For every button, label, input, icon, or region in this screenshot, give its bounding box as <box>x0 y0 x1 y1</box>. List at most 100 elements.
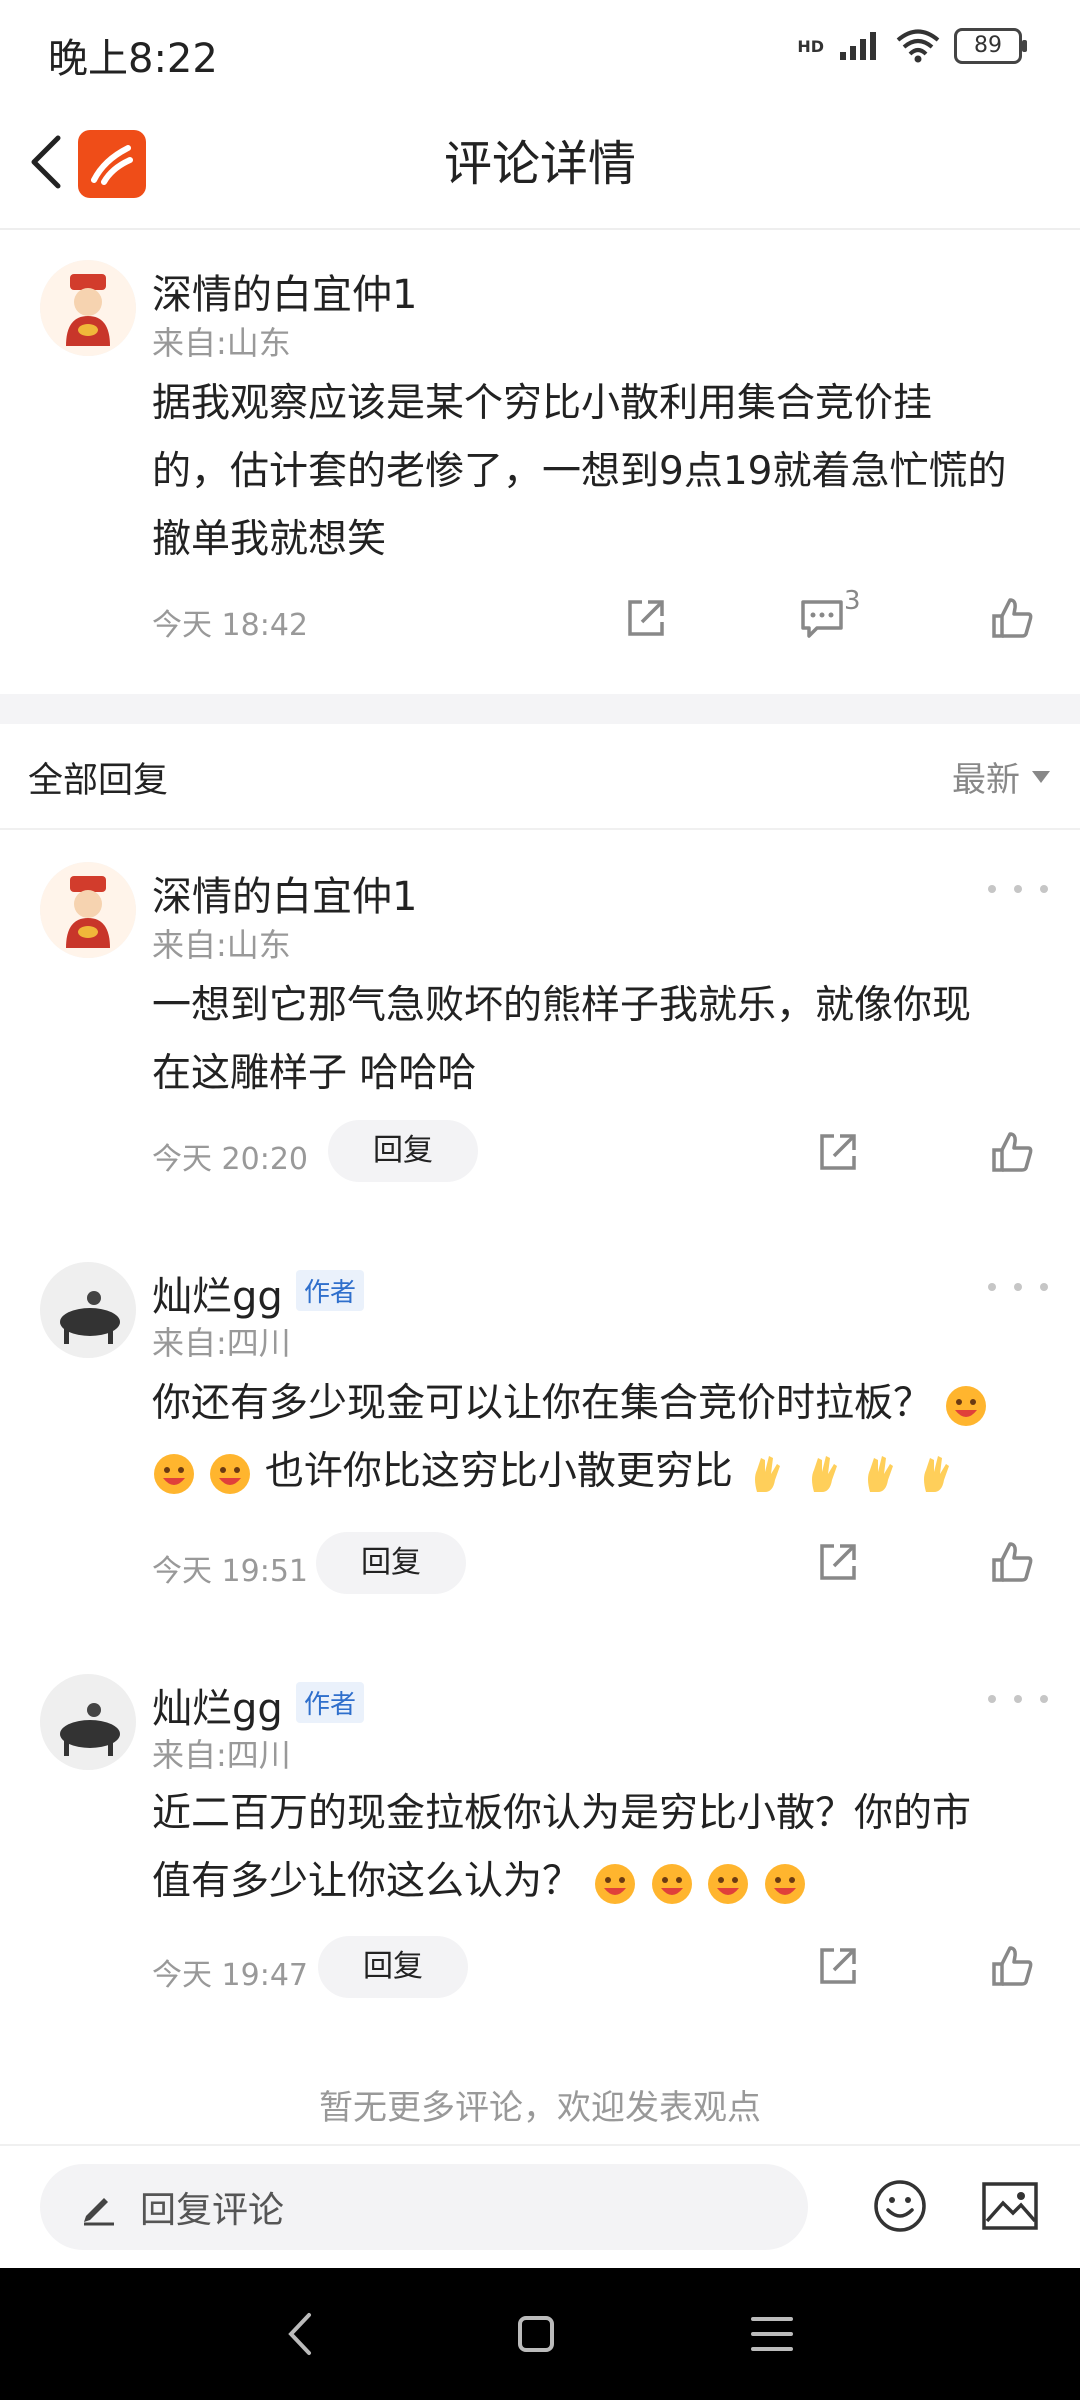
location: 来自:山东 <box>152 926 291 964</box>
avatar-icon <box>40 260 136 356</box>
grinning-emoji-icon <box>708 1863 749 1904</box>
signal-icon <box>840 32 876 60</box>
username[interactable]: 灿烂gg <box>152 1676 283 1734</box>
reply-content: 一想到它那气急败坏的熊样子我就乐，就像你现 在这雕样子 哈哈哈 <box>152 972 1080 1108</box>
emoji-button[interactable] <box>870 2176 930 2236</box>
author-badge-label: 作者 <box>296 1270 365 1311</box>
reply-time: 今天 19:47 <box>152 1958 308 1993</box>
avatar-icon <box>40 862 136 958</box>
grinning-emoji-icon <box>595 1863 636 1904</box>
reply-input[interactable]: 回复评论 <box>40 2164 808 2250</box>
battery-indicator: 89 <box>954 28 1027 64</box>
like-button[interactable] <box>982 1532 1042 1592</box>
reply-text: 也许你比这穷比小散更穷比 <box>264 1449 733 1494</box>
share-button[interactable] <box>616 588 676 648</box>
hand-emoji-icon <box>924 1455 950 1492</box>
like-button[interactable] <box>982 1122 1042 1182</box>
reply-time: 今天 19:51 <box>152 1554 308 1589</box>
hand-emoji-icon <box>755 1455 781 1492</box>
hand-emoji-icon <box>868 1455 894 1492</box>
nav-home-button[interactable] <box>506 2304 566 2364</box>
comment-content: 据我观察应该是某个穷比小散利用集合竞价挂 的，估计套的老惨了，一想到9点19就着… <box>152 370 1080 574</box>
caret-down-icon <box>1032 770 1050 783</box>
reply-time: 今天 20:20 <box>152 1142 308 1177</box>
comment-icon <box>801 600 843 638</box>
pencil-icon <box>84 2198 114 2226</box>
comment-line: 的，估计套的老惨了，一想到9点19就着急忙慌的 <box>152 449 1007 494</box>
reply-count: 3 <box>844 586 861 616</box>
avatar-icon <box>40 1262 136 1358</box>
reply-line: 你还有多少现金可以让你在集合竞价时拉板？ <box>152 1370 1080 1438</box>
comment-button[interactable] <box>792 588 852 648</box>
image-button[interactable] <box>978 2176 1042 2236</box>
reply-line: 近二百万的现金拉板你认为是穷比小散？你的市 <box>152 1791 972 1836</box>
divider <box>0 828 1080 830</box>
more-options-button[interactable] <box>988 1272 1048 1302</box>
reply-text: 值有多少让你这么认为？ <box>152 1859 582 1904</box>
nav-back-button[interactable] <box>270 2304 330 2364</box>
section-divider <box>0 694 1080 724</box>
author-badge: 作者 <box>296 1682 365 1723</box>
location: 来自:山东 <box>152 324 291 362</box>
avatar[interactable] <box>40 260 136 356</box>
username[interactable]: 灿烂gg <box>152 1264 283 1322</box>
avatar[interactable] <box>40 862 136 958</box>
share-button[interactable] <box>808 1936 868 1996</box>
status-time: 晚上8:22 <box>48 36 218 82</box>
share-button[interactable] <box>808 1532 868 1592</box>
reply-content: 你还有多少现金可以让你在集合竞价时拉板？ 也许你比这穷比小散更穷比 <box>152 1370 1080 1506</box>
share-icon <box>820 1134 856 1170</box>
comment-line: 撤单我就想笑 <box>152 517 387 562</box>
reply-button[interactable]: 回复 <box>316 1532 466 1594</box>
grinning-emoji-icon <box>154 1453 194 1494</box>
replies-title: 全部回复 <box>28 761 169 801</box>
more-options-button[interactable] <box>988 874 1048 904</box>
share-icon <box>628 600 664 636</box>
more-options-button[interactable] <box>988 1684 1048 1714</box>
location: 来自:四川 <box>152 1324 291 1362</box>
thumbs-up-icon <box>992 598 1033 638</box>
nav-menu-button[interactable] <box>742 2304 802 2364</box>
comment-time: 今天 18:42 <box>152 608 308 643</box>
share-icon <box>820 1544 856 1580</box>
reply-input-placeholder: 回复评论 <box>140 2190 285 2231</box>
reply-line: 在这雕样子 哈哈哈 <box>152 1051 477 1096</box>
no-more-comments-note: 暂无更多评论，欢迎发表观点 <box>319 2088 761 2128</box>
sort-label: 最新 <box>952 760 1020 800</box>
reply-text: 你还有多少现金可以让你在集合竞价时拉板？ <box>152 1381 933 1426</box>
nav-home-icon <box>518 2316 554 2352</box>
image-icon <box>982 2182 1038 2230</box>
grinning-emoji-icon <box>651 1863 692 1904</box>
comment-line: 据我观察应该是某个穷比小散利用集合竞价挂 <box>152 381 933 426</box>
network-label: HD <box>797 36 824 56</box>
page-title: 评论详情 <box>443 136 636 192</box>
like-button[interactable] <box>982 588 1042 648</box>
grinning-emoji-icon <box>946 1385 987 1426</box>
username[interactable]: 深情的白宜仲1 <box>152 262 417 320</box>
author-badge: 作者 <box>296 1270 365 1311</box>
avatar[interactable] <box>40 1262 136 1358</box>
reply-line: 一想到它那气急败坏的熊样子我就乐，就像你现 <box>152 983 972 1028</box>
share-icon <box>820 1948 856 1984</box>
thumbs-up-icon <box>992 1132 1033 1172</box>
avatar-icon <box>40 1674 136 1770</box>
smiley-icon <box>874 2180 926 2232</box>
nav-menu-icon <box>751 2317 793 2351</box>
grinning-emoji-icon <box>210 1453 251 1494</box>
reply-line: 也许你比这穷比小散更穷比 <box>152 1438 1080 1506</box>
sort-dropdown[interactable]: 最新 <box>952 752 1050 801</box>
author-badge-label: 作者 <box>296 1682 365 1723</box>
reply-button[interactable]: 回复 <box>318 1936 468 1998</box>
avatar[interactable] <box>40 1674 136 1770</box>
thumbs-up-icon <box>992 1542 1033 1582</box>
reply-content: 近二百万的现金拉板你认为是穷比小散？你的市 值有多少让你这么认为？ <box>152 1780 1080 1916</box>
status-icons: HD 89 <box>797 28 1027 64</box>
thumbs-up-icon <box>992 1946 1033 1986</box>
reply-line: 值有多少让你这么认为？ <box>152 1848 1080 1916</box>
share-button[interactable] <box>808 1122 868 1182</box>
like-button[interactable] <box>982 1936 1042 1996</box>
grinning-emoji-icon <box>764 1863 805 1904</box>
reply-button[interactable]: 回复 <box>328 1120 478 1182</box>
wifi-icon <box>896 29 940 63</box>
username[interactable]: 深情的白宜仲1 <box>152 864 417 922</box>
